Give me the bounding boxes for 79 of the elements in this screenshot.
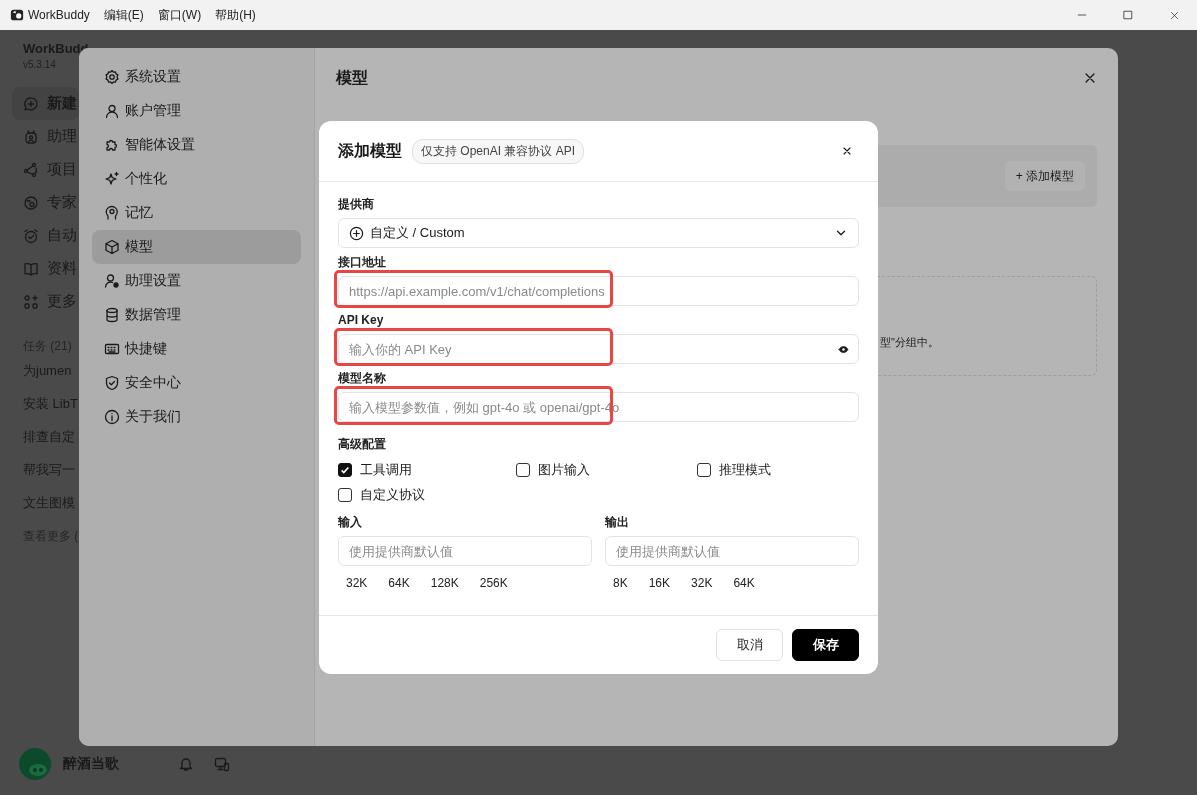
preset-chip[interactable]: 32K (691, 576, 713, 590)
input-field[interactable]: 输入你的 API Key (338, 334, 859, 364)
logo-icon (10, 8, 24, 22)
person-icon (104, 103, 120, 119)
plus-circle-icon (349, 225, 364, 241)
checkbox[interactable] (338, 462, 352, 477)
book-icon (23, 260, 39, 277)
head-icon (104, 205, 120, 221)
checkbox-label: 推理模式 (719, 460, 771, 479)
close-icon (841, 145, 853, 157)
app-name: WorkBuddy (28, 8, 90, 22)
sparkle-icon (104, 171, 120, 187)
settings-nav-item[interactable]: 助理设置 (92, 264, 301, 298)
robot-icon (23, 128, 39, 145)
close-icon (1083, 71, 1097, 85)
menu-item[interactable]: 窗口(W) (157, 6, 202, 24)
chat-plus-icon (23, 95, 39, 112)
settings-nav-item[interactable]: 个性化 (92, 162, 301, 196)
settings-nav-item[interactable]: 记忆 (92, 196, 301, 230)
settings-nav-item[interactable]: 快捷键 (92, 332, 301, 366)
field-label: 提供商 (338, 196, 375, 212)
settings-nav-item[interactable]: 账户管理 (92, 94, 301, 128)
shield-icon (104, 375, 120, 391)
settings-nav-item[interactable]: 智能体设置 (92, 128, 301, 162)
nodes-icon (23, 161, 39, 178)
keyboard-icon (104, 341, 120, 357)
settings-nav-item[interactable]: 安全中心 (92, 366, 301, 400)
close-icon (1168, 9, 1180, 21)
preset-chip[interactable]: 8K (613, 576, 628, 590)
settings-nav-item[interactable]: 模型 (92, 230, 301, 264)
input-field[interactable]: 使用提供商默认值 (338, 536, 592, 566)
avatar (19, 748, 51, 780)
section-label: 高级配置 (338, 436, 387, 452)
field-label: 模型名称 (338, 370, 387, 386)
field-label: API Key (338, 312, 385, 328)
checkbox-label: 工具调用 (360, 460, 412, 479)
preset-chip[interactable]: 256K (479, 576, 508, 590)
menu-item[interactable]: 帮助(H) (215, 6, 256, 24)
maximize-icon (1122, 9, 1134, 21)
face-icon (23, 194, 39, 211)
eye-icon (838, 344, 849, 355)
devices-icon (214, 756, 230, 772)
dialog-title: 添加模型 (338, 140, 402, 161)
puzzle-icon (104, 137, 120, 153)
preset-chip[interactable]: 32K (346, 576, 368, 590)
checkbox-label: 自定义协议 (360, 485, 425, 504)
database-icon (104, 307, 120, 323)
add-model-button[interactable]: + 添加模型 (1004, 161, 1085, 191)
settings-nav-item[interactable]: 关于我们 (92, 400, 301, 434)
bell-icon (178, 756, 194, 772)
preset-chip[interactable]: 128K (430, 576, 459, 590)
checkbox-label: 图片输入 (538, 460, 590, 479)
cancel-button[interactable]: 取消 (716, 629, 783, 661)
settings-nav-item[interactable]: 数据管理 (92, 298, 301, 332)
hint-text: 型"分组中。 (880, 336, 939, 348)
input-field[interactable]: https://api.example.com/v1/chat/completions (338, 276, 859, 306)
grid-plus-icon (23, 293, 39, 310)
provider-dropdown[interactable]: 自定义 / Custom (338, 218, 859, 248)
preset-chip[interactable]: 64K (388, 576, 410, 590)
alarm-clock-icon (23, 227, 39, 244)
checkbox[interactable] (697, 462, 711, 477)
checkbox[interactable] (516, 462, 530, 477)
cube-icon (104, 239, 120, 255)
page-title: 模型 (336, 67, 368, 88)
preset-chip[interactable]: 64K (733, 576, 755, 590)
info-icon (104, 409, 120, 425)
save-button[interactable]: 保存 (792, 629, 859, 661)
checkmark-icon (340, 464, 350, 475)
field-label: 接口地址 (338, 254, 387, 270)
menu-item[interactable]: 编辑(E) (103, 6, 144, 24)
checkbox[interactable] (338, 487, 352, 502)
field-label: 输出 (605, 514, 630, 530)
field-label: 输入 (338, 514, 363, 530)
gear-icon (104, 69, 120, 85)
info-badge: 仅支持 OpenAI 兼容协议 API (412, 138, 585, 164)
preset-chip[interactable]: 16K (648, 576, 671, 590)
settings-nav-item[interactable]: 系统设置 (92, 60, 301, 94)
person-badge-icon (104, 273, 120, 289)
input-field[interactable]: 使用提供商默认值 (605, 536, 859, 566)
